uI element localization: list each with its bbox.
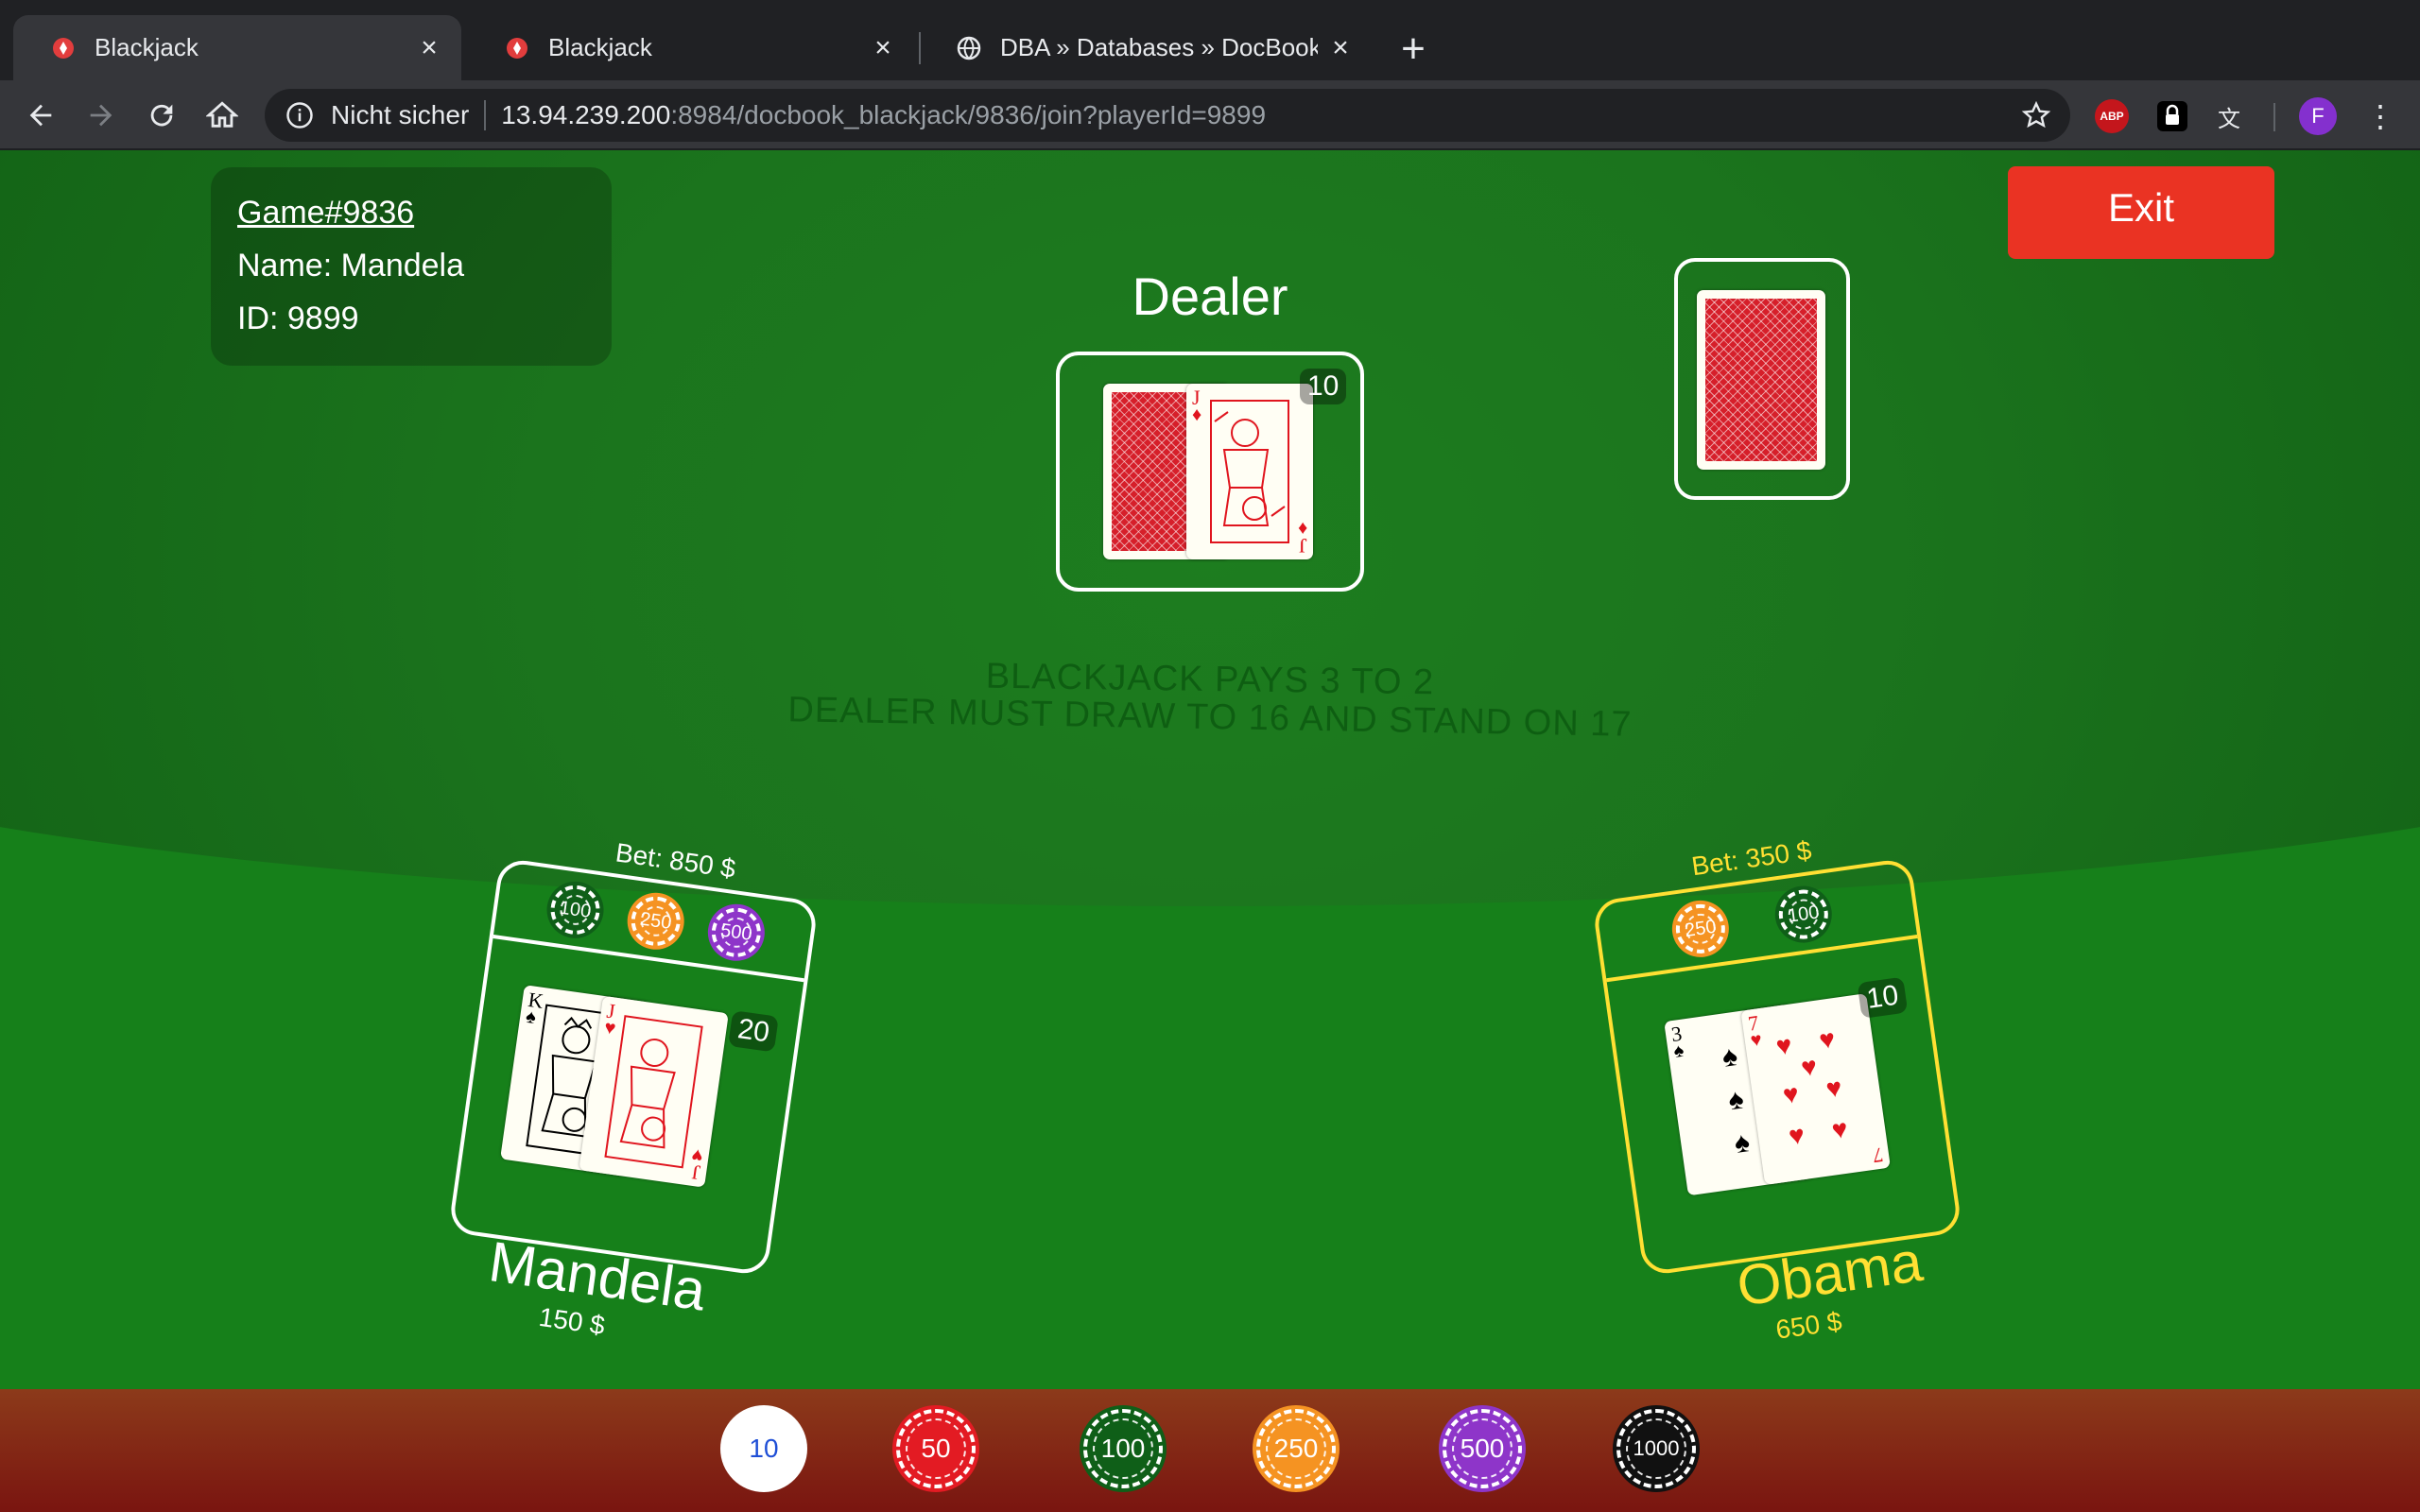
adblock-plus-icon[interactable]: ABP	[2095, 99, 2129, 133]
chip-tray: 10 50 100 250 500 1000	[0, 1389, 2420, 1512]
player-name-info: Name: Mandela	[237, 248, 465, 284]
heart-pip-icon: ♥	[1824, 1073, 1844, 1105]
tab-blackjack-2[interactable]: Blackjack ×	[467, 15, 915, 80]
bet-chip-250: 250	[1668, 896, 1733, 961]
game-id-link[interactable]: Game#9836	[237, 186, 585, 239]
tab-close-icon[interactable]: ×	[1327, 32, 1354, 63]
home-button[interactable]	[199, 92, 246, 139]
player-id-info: ID: 9899	[237, 301, 359, 336]
spade-pip-icon: ♠	[1726, 1083, 1746, 1117]
heart-pip-icon: ♥	[1781, 1079, 1801, 1111]
jack-portrait-icon	[1210, 400, 1289, 543]
heart-pip-icon: ♥	[1817, 1024, 1838, 1057]
tab-title: DBA » Databases » DocBook_Lo	[1000, 33, 1318, 61]
omnibox-divider	[484, 100, 487, 130]
heart-pip-icon: ♥	[1829, 1114, 1850, 1146]
url-host: 13.94.239.200	[501, 100, 671, 129]
forward-button[interactable]	[78, 92, 125, 139]
deck-card-face-down	[1697, 290, 1825, 470]
profile-avatar[interactable]: F	[2299, 97, 2337, 135]
address-bar[interactable]: Nicht sicher 13.94.239.200:8984/docbook_…	[265, 89, 2070, 142]
spade-pip-icon: ♠	[1732, 1126, 1752, 1160]
reload-button[interactable]	[138, 92, 185, 139]
exit-button[interactable]: Exit	[2008, 166, 2274, 259]
player-hand-area: 250 100 3 ♠ ♠ ♠ ♠ 7 ♥ ♥ ♥ ♥ ♥ ♥ ♥ ♥ 7 10	[1591, 857, 1963, 1277]
card-deck-area	[1674, 258, 1850, 500]
bet-chip-250: 250	[623, 888, 688, 954]
dealer-card-jack-diamonds: J ♦ ♦ J	[1186, 384, 1313, 559]
back-button[interactable]	[17, 92, 64, 139]
dealer-label: Dealer	[1132, 266, 1288, 326]
spade-suit-icon: ♠	[1672, 1040, 1685, 1062]
tab-dba-databases[interactable]: DBA » Databases » DocBook_Lo ×	[919, 15, 1373, 80]
url-path: :8984/docbook_blackjack/9836/join?player…	[670, 100, 1267, 129]
player-seat-mandela: Bet: 850 $ 100 250 500 K ♠ J ♥ ♥ J 20 Ma…	[444, 830, 823, 1340]
table-rules-text: BLACKJACK PAYS 3 TO 2 DEALER MUST DRAW T…	[718, 657, 1702, 745]
chip-50-button[interactable]: 50	[892, 1405, 979, 1492]
reload-icon	[150, 104, 173, 127]
card-rank: 7	[1871, 1143, 1885, 1168]
bet-chip-100: 100	[1771, 882, 1836, 947]
heart-pip-icon: ♥	[1799, 1052, 1820, 1084]
tab-title: Blackjack	[548, 33, 652, 61]
dealer-score-badge: 10	[1300, 369, 1347, 404]
bet-chip-100: 100	[543, 877, 608, 942]
arrow-left-icon	[29, 104, 52, 127]
player-hand-area: 100 250 500 K ♠ J ♥ ♥ J 20	[447, 857, 820, 1277]
player-score-badge: 10	[1857, 976, 1909, 1020]
chip-250-button[interactable]: 250	[1253, 1405, 1340, 1492]
new-tab-button[interactable]: +	[1390, 26, 1437, 73]
card-back-pattern	[1705, 299, 1817, 461]
heart-pip-icon: ♥	[1773, 1030, 1794, 1062]
bookmark-star-icon[interactable]	[2021, 100, 2051, 130]
globe-icon	[957, 36, 981, 60]
card-rank: J	[1299, 534, 1307, 558]
browser-toolbar: Nicht sicher 13.94.239.200:8984/docbook_…	[0, 80, 2420, 150]
tab-title: Blackjack	[95, 33, 199, 61]
player-card-jack-hearts: J ♥ ♥ J	[579, 995, 729, 1188]
seat-divider	[1606, 935, 1918, 983]
browser-menu-button[interactable]: ⋮	[2363, 99, 2397, 133]
blackjack-favicon-icon	[505, 36, 529, 60]
tab-close-icon[interactable]: ×	[870, 32, 896, 63]
chip-10-button[interactable]: 10	[720, 1405, 807, 1492]
toolbar-separator	[2273, 103, 2275, 131]
translate-extension-icon[interactable]: 文	[2212, 99, 2246, 133]
blackjack-favicon-icon	[51, 36, 76, 60]
chip-500-button[interactable]: 500	[1439, 1405, 1526, 1492]
blackjack-table: Game#9836 Name: Mandela ID: 9899 Exit De…	[0, 150, 2420, 1512]
tab-blackjack-1[interactable]: Blackjack ×	[13, 15, 461, 80]
tab-close-icon[interactable]: ×	[416, 32, 442, 63]
player-score-badge: 20	[728, 1010, 780, 1053]
tab-bar: Blackjack × Blackjack × DBA » Databases …	[0, 0, 2420, 80]
player-seat-obama: Bet: 350 $ 250 100 3 ♠ ♠ ♠ ♠ 7 ♥ ♥ ♥ ♥ ♥…	[1588, 830, 1967, 1345]
chip-100-button[interactable]: 100	[1080, 1405, 1167, 1492]
dealer-hand-area: J ♦ ♦ J 10	[1056, 352, 1364, 592]
security-status[interactable]: Nicht sicher	[331, 100, 469, 130]
arrow-right-icon	[90, 104, 112, 127]
bet-chip-500: 500	[703, 900, 769, 965]
home-icon	[206, 101, 238, 128]
lock-extension-icon[interactable]	[2155, 99, 2189, 133]
game-info-panel: Game#9836 Name: Mandela ID: 9899	[211, 167, 612, 366]
player-card-seven-hearts: 7 ♥ ♥ ♥ ♥ ♥ ♥ ♥ ♥ 7	[1740, 993, 1891, 1185]
heart-pip-icon: ♥	[1787, 1120, 1807, 1152]
jack-portrait-icon	[604, 1015, 703, 1169]
heart-suit-icon: ♥	[1749, 1029, 1764, 1052]
spade-pip-icon: ♠	[1720, 1040, 1740, 1074]
info-icon[interactable]	[285, 101, 314, 129]
chip-1000-button[interactable]: 1000	[1613, 1405, 1700, 1492]
